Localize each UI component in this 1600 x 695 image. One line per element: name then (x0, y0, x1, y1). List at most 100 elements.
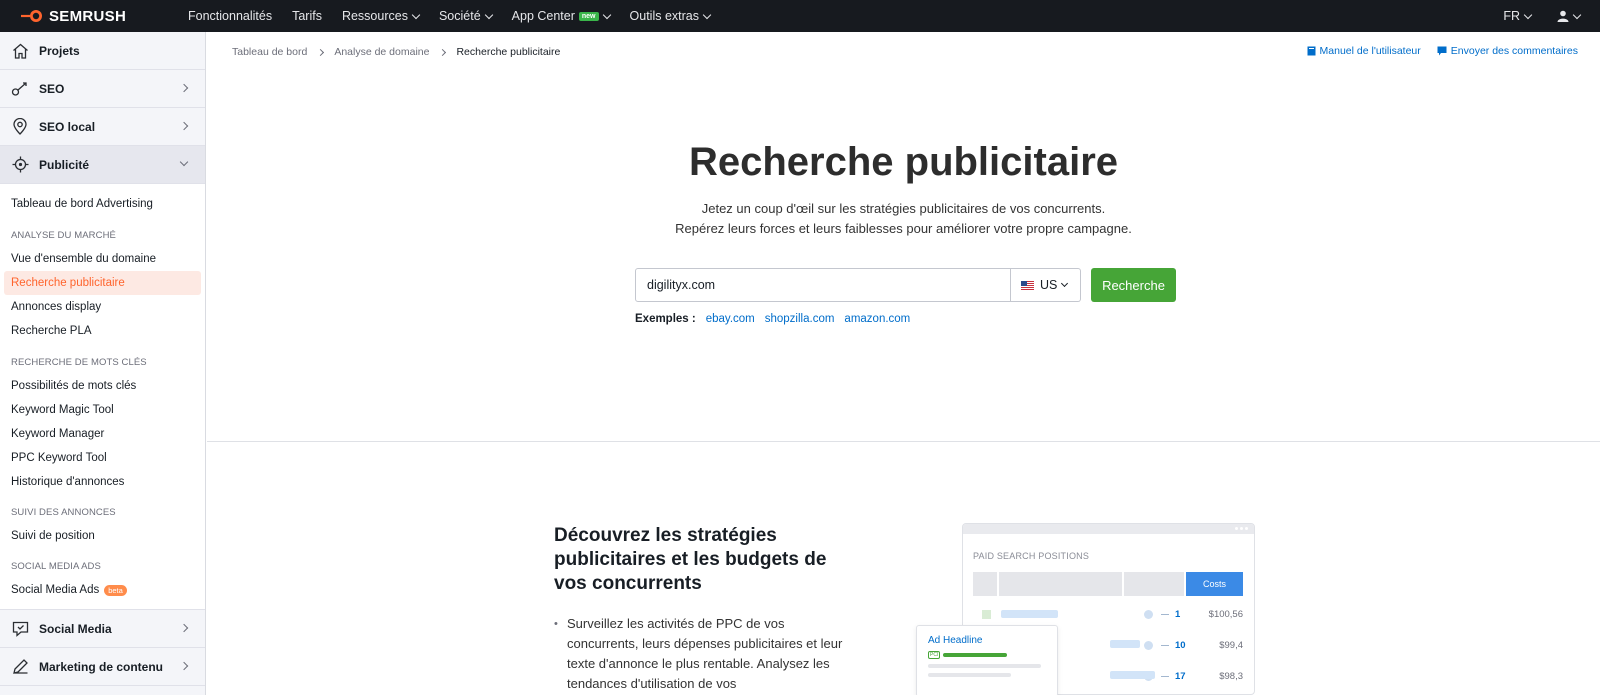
domain-search-input[interactable] (635, 268, 1011, 302)
main-content: Tableau de bord Analyse de domaine Reche… (207, 32, 1600, 695)
nav-label: Société (438, 9, 481, 23)
breadcrumb-item[interactable]: Tableau de bord (232, 46, 307, 58)
us-flag-icon (1021, 280, 1034, 290)
language-selector[interactable]: FR (1503, 9, 1533, 23)
sidebar-link[interactable]: Annonces display (0, 295, 205, 319)
user-manual-link[interactable]: Manuel de l'utilisateur (1307, 45, 1421, 57)
sidebar-link[interactable]: PPC Keyword Tool (0, 446, 205, 470)
sidebar-link[interactable]: Keyword Manager (0, 422, 205, 446)
sidebar-link[interactable]: Vue d'ensemble du domaine (0, 247, 205, 271)
sidebar-item-projets[interactable]: Projets (0, 32, 205, 70)
sidebar-link-label: Social Media Ads (11, 584, 100, 596)
chevron-right-icon (179, 121, 189, 131)
chevron-down-icon (1572, 10, 1582, 19)
nav-label: App Center (511, 9, 575, 23)
illustration-bar (1110, 671, 1155, 679)
sidebar-item-label: Marketing de contenu (39, 659, 164, 674)
cost-value: $100,56 (1208, 608, 1243, 620)
breadcrumb: Tableau de bord Analyse de domaine Reche… (232, 46, 560, 58)
user-icon (1557, 10, 1569, 22)
position-value: 1 (1175, 608, 1181, 620)
window-dots-icon (1233, 527, 1248, 530)
page-actions: Manuel de l'utilisateur Envoyer des comm… (1291, 45, 1578, 57)
example-link[interactable]: amazon.com (844, 313, 910, 325)
sidebar-item-marketing-de-contenu[interactable]: Marketing de contenu (0, 648, 205, 686)
position-value: 10 (1175, 639, 1186, 651)
semrush-logo[interactable]: SEMRUSH (20, 8, 170, 25)
nav-label: Ressources (341, 9, 408, 23)
nav-societe[interactable]: Société (438, 9, 493, 23)
breadcrumb-current: Recherche publicitaire (456, 46, 561, 58)
send-feedback-label: Envoyer des commentaires (1450, 45, 1578, 57)
nav-label: Tarifs (292, 9, 322, 23)
breadcrumb-item[interactable]: Analyse de domaine (334, 46, 429, 58)
sidebar-item-seo-local[interactable]: SEO local (0, 108, 205, 146)
chevron-right-icon (179, 661, 189, 671)
example-link[interactable]: shopzilla.com (765, 313, 835, 325)
top-nav: Fonctionnalités Tarifs Ressources Sociét… (188, 9, 730, 23)
illustration-table-header: Costs (973, 572, 1245, 596)
chevron-down-icon (179, 157, 189, 167)
nav-fonctionnalites[interactable]: Fonctionnalités (188, 9, 272, 23)
chevron-down-icon (484, 10, 493, 19)
target-icon (11, 156, 29, 174)
illustration-row: 1 $100,56 (973, 604, 1245, 624)
chevron-down-icon (1523, 10, 1533, 19)
send-feedback-link[interactable]: Envoyer des commentaires (1437, 45, 1578, 57)
sidebar-link-social-media-ads[interactable]: Social Media Ads beta (0, 578, 205, 602)
sidebar-category: SUIVI DES ANNONCES (11, 506, 116, 518)
chevron-right-icon (439, 48, 447, 56)
sidebar-link[interactable]: Possibilités de mots clés (0, 374, 205, 398)
chevron-right-icon (179, 623, 189, 633)
sidebar-item-label: Projets (39, 43, 80, 58)
ad-url-row: PCI (928, 651, 1057, 659)
subtitle-line: Repérez leurs forces et leurs faiblesses… (675, 221, 1132, 236)
sidebar-item-social-media[interactable]: Social Media (0, 610, 205, 648)
nav-outils-extras[interactable]: Outils extras (630, 9, 712, 23)
sidebar-item-publicite[interactable]: Publicité (0, 146, 205, 184)
example-link[interactable]: ebay.com (706, 313, 755, 325)
language-label: FR (1503, 9, 1520, 23)
nav-tarifs[interactable]: Tarifs (292, 9, 322, 23)
semrush-flame-icon (21, 10, 42, 22)
promo-bullets: Surveillez les activités de PPC de vos c… (554, 614, 844, 694)
user-menu[interactable] (1557, 10, 1582, 22)
country-selector[interactable]: US (1011, 268, 1081, 302)
sidebar-link-tableau-de-bord-advertising[interactable]: Tableau de bord Advertising (0, 192, 205, 216)
country-label: US (1040, 278, 1058, 292)
logo-text: SEMRUSH (49, 7, 127, 25)
section-divider (207, 441, 1600, 442)
illustration-title: PAID SEARCH POSITIONS (973, 551, 1090, 561)
ad-tag: PCI (928, 651, 941, 659)
sidebar-link[interactable]: Historique d'annonces (0, 470, 205, 494)
sidebar-item-label: Social Media (39, 621, 112, 636)
promo-title: Découvrez les stratégies publicitaires e… (554, 525, 827, 594)
ad-url-line (943, 653, 1008, 657)
cost-value: $98,3 (1219, 670, 1243, 682)
ad-text-line (928, 664, 1041, 668)
subtitle-line: Jetez un coup d'œil sur les stratégies p… (701, 201, 1106, 216)
location-pin-icon (11, 118, 29, 136)
sidebar-link-active[interactable]: Recherche publicitaire (4, 271, 201, 295)
costs-header: Costs (1186, 572, 1243, 596)
chevron-down-icon (702, 10, 712, 19)
cost-value: $99,4 (1219, 639, 1243, 651)
nav-ressources[interactable]: Ressources (341, 9, 421, 23)
sidebar-item-seo[interactable]: SEO (0, 70, 205, 108)
search-button[interactable]: Recherche (1091, 268, 1176, 302)
sidebar-link[interactable]: Suivi de position (0, 524, 205, 548)
top-navigation-bar: SEMRUSH Fonctionnalités Tarifs Ressource… (0, 0, 1600, 32)
chevron-down-icon (602, 10, 611, 19)
sidebar-link[interactable]: Recherche PLA (0, 319, 205, 343)
page-subtitle: Jetez un coup d'œil sur les stratégies p… (207, 199, 1600, 239)
ad-headline: Ad Headline (928, 635, 983, 646)
chevron-down-icon (411, 10, 421, 19)
nav-app-center[interactable]: App Center new (511, 9, 611, 23)
sidebar-link[interactable]: Keyword Magic Tool (0, 398, 205, 422)
promo-bullet: Surveillez les activités de PPC de vos c… (554, 614, 844, 694)
position-value: 17 (1175, 670, 1186, 682)
sidebar: Projets SEO SEO local Publicité Tableau … (0, 32, 206, 695)
ad-text-line (928, 673, 1011, 677)
page-title: Recherche publicitaire (688, 140, 1119, 184)
examples-label: Exemples : (635, 313, 696, 325)
